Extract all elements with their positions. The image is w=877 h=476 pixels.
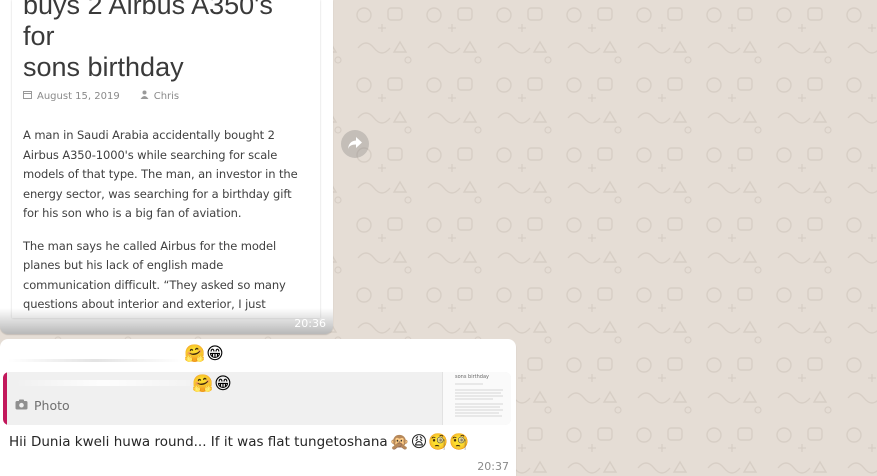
caption-redacted	[8, 359, 183, 362]
article-paragraph: The man says he called Airbus for the mo…	[23, 238, 295, 319]
camera-icon	[15, 398, 28, 413]
article-paragraph: A man in Saudi Arabia accidentally bough…	[23, 128, 298, 220]
caption-emoji: 🤗😁	[184, 344, 225, 364]
message-time: 20:37	[477, 460, 509, 473]
article-title: buys 2 Airbus A350's for sons birthday	[23, 0, 309, 83]
article-title-line: sons birthday	[23, 52, 184, 82]
reply-message-bubble[interactable]: 🤗😁 🤗😁 Photo sons birthday Hii Dunia kwel…	[0, 339, 516, 476]
article-screenshot: buys 2 Airbus A350's for sons birthday A…	[12, 0, 320, 318]
article-author: Chris	[153, 90, 180, 102]
author-icon	[140, 90, 149, 102]
quote-media-label: Photo	[15, 398, 70, 413]
quote-accent-bar	[3, 372, 7, 425]
quote-media-text: Photo	[34, 398, 70, 413]
article-meta: August 15, 2019 Chris	[23, 90, 309, 102]
message-time: 20:36	[294, 317, 326, 330]
quote-sender-redacted	[15, 380, 190, 386]
message-body: Hii Dunia kweli huwa round... If it was …	[9, 433, 388, 450]
image-shade	[0, 308, 333, 334]
quoted-message[interactable]: 🤗😁 Photo sons birthday	[3, 372, 511, 425]
forward-button[interactable]	[341, 130, 369, 158]
quote-emoji: 🤗😁	[192, 374, 233, 394]
article-title-line: buys 2 Airbus A350's for	[23, 0, 273, 51]
image-message-bubble[interactable]: buys 2 Airbus A350's for sons birthday A…	[0, 0, 333, 334]
quote-thumbnail: sons birthday	[442, 372, 511, 425]
calendar-icon	[23, 90, 32, 102]
message-emoji: 🙊😩🧐🧐	[389, 432, 471, 451]
article-date: August 15, 2019	[37, 90, 120, 102]
forward-arrow-icon	[347, 135, 363, 154]
message-text: Hii Dunia kweli huwa round... If it was …	[9, 432, 470, 451]
